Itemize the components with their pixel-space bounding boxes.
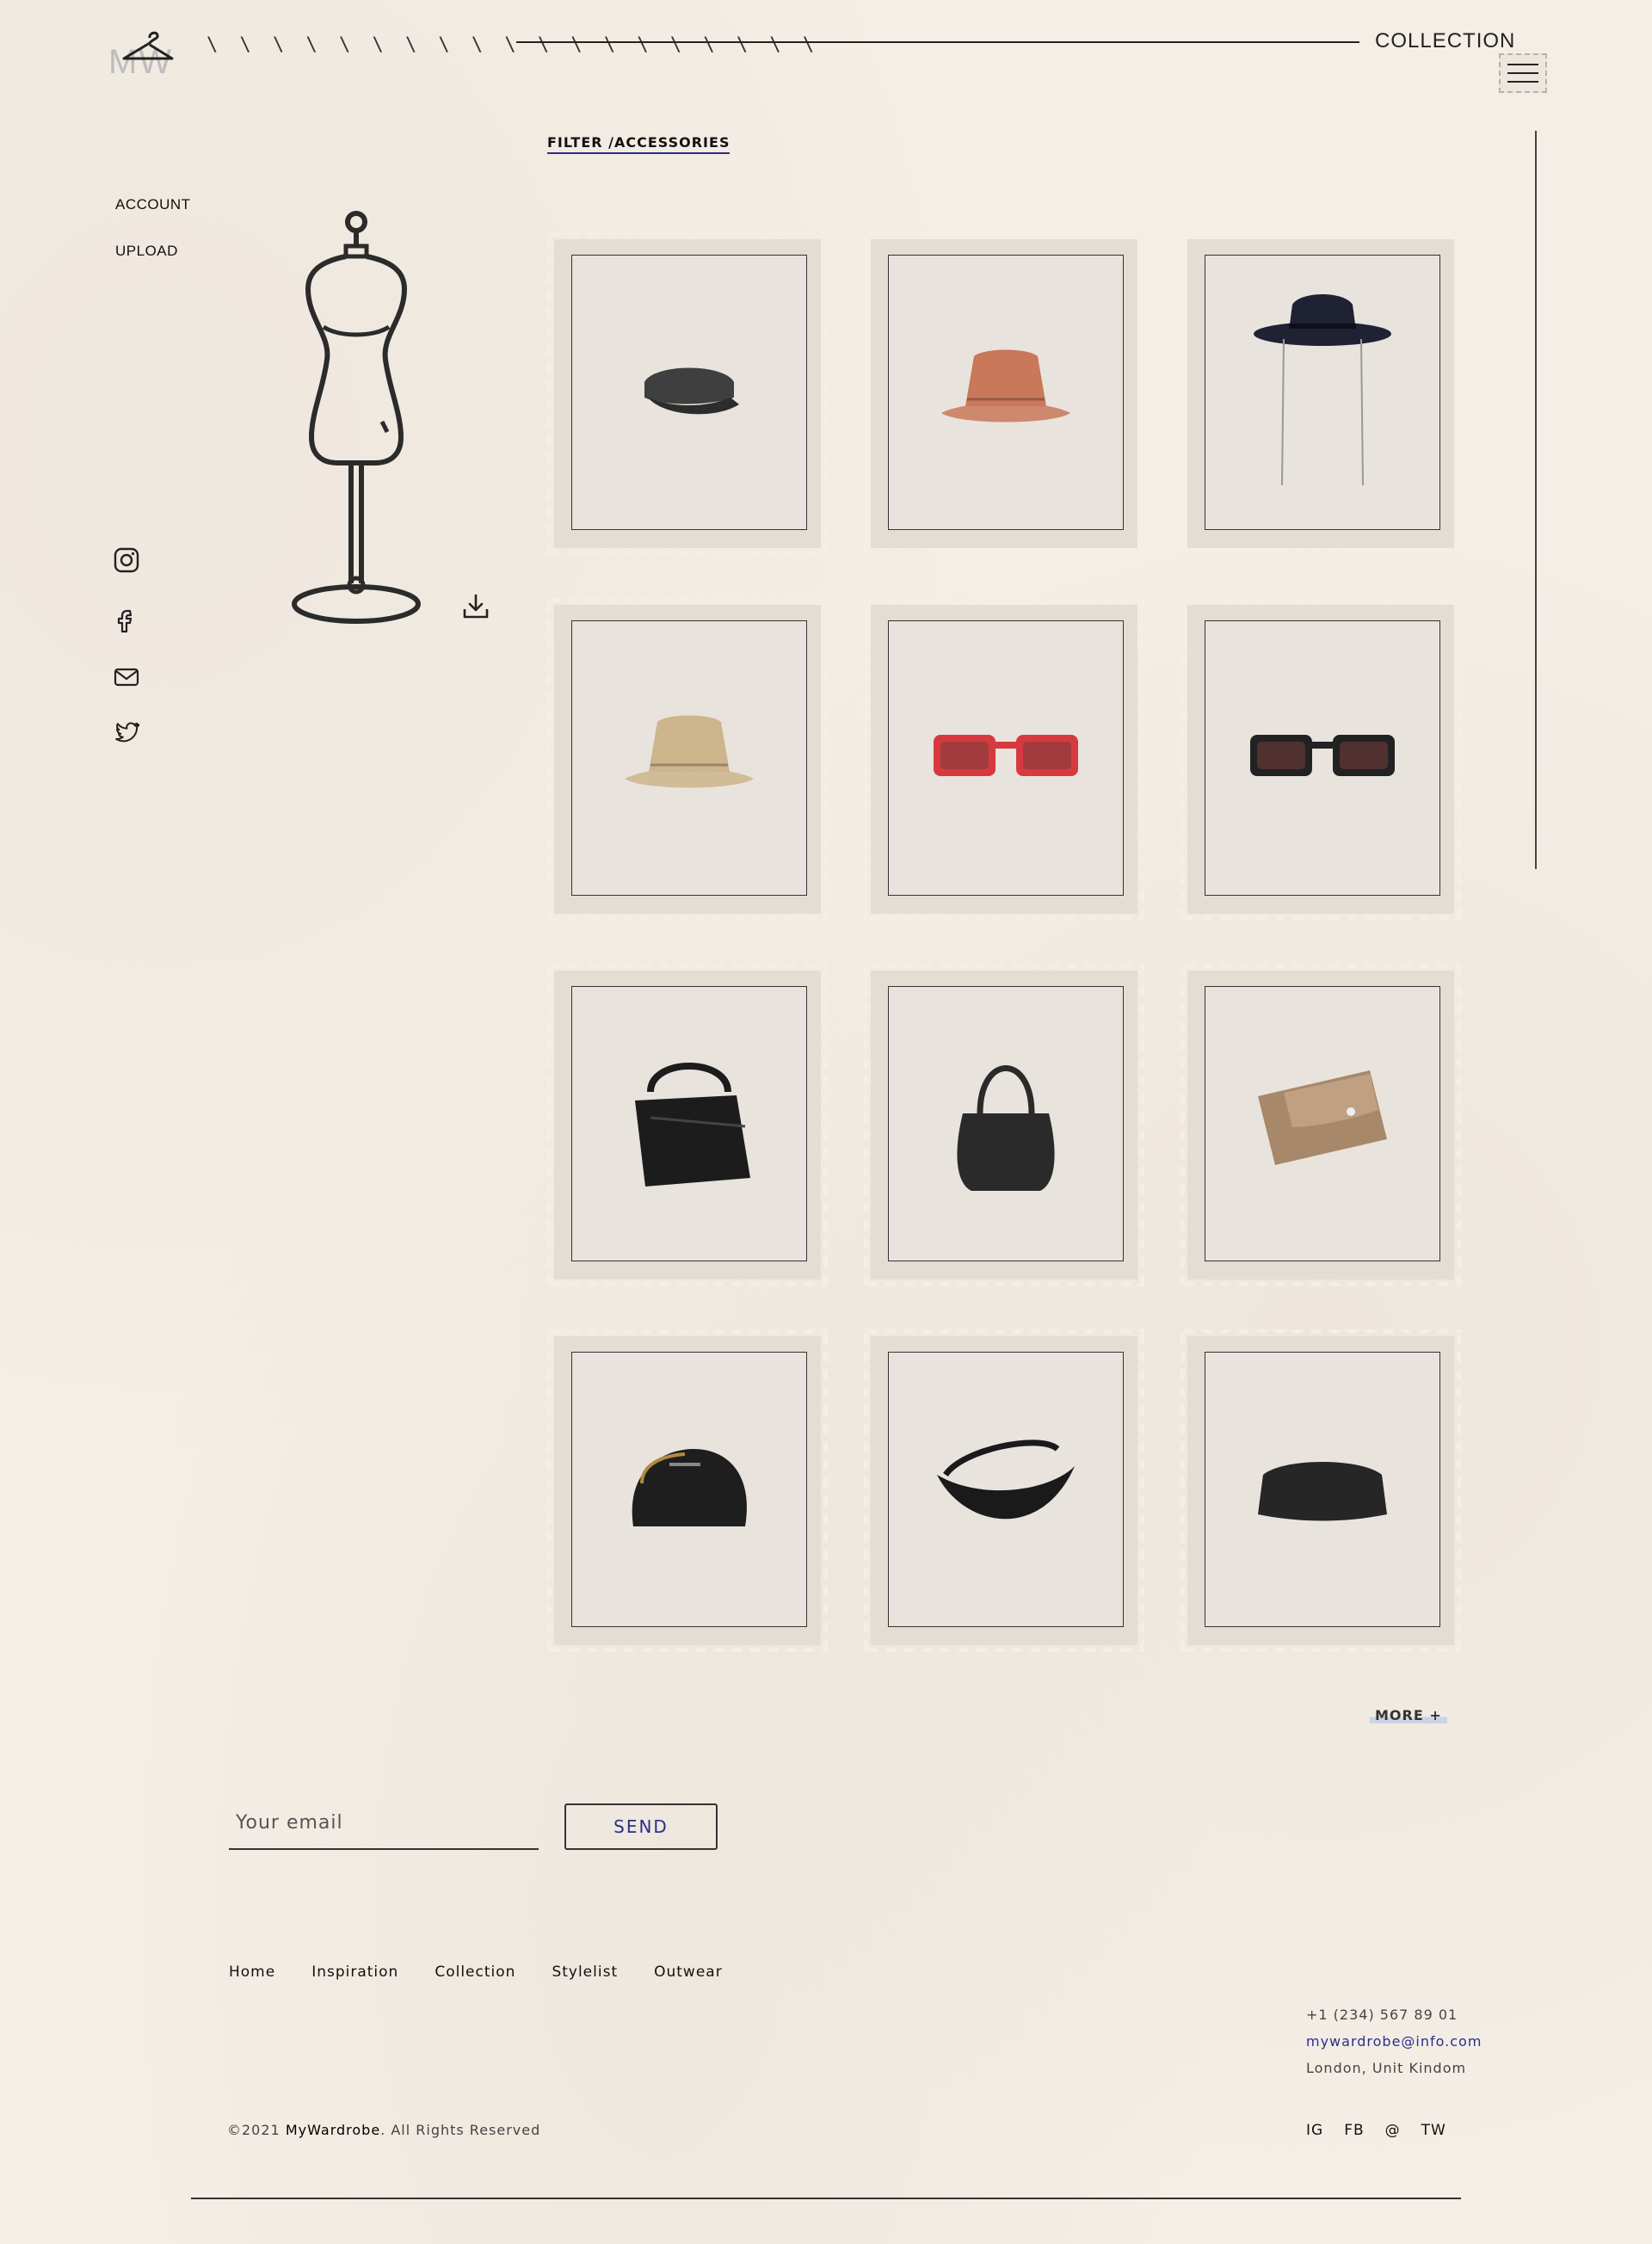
footer-social-ig[interactable]: IG bbox=[1306, 2122, 1323, 2139]
footer-social-tw[interactable]: TW bbox=[1421, 2122, 1446, 2139]
product-card[interactable] bbox=[864, 232, 1144, 555]
download-icon[interactable] bbox=[461, 592, 490, 621]
contact-location: London, Unit Kindom bbox=[1306, 2060, 1467, 2076]
facebook-icon[interactable] bbox=[114, 607, 141, 635]
product-image-frame bbox=[888, 620, 1124, 896]
black-woven-bag-image bbox=[928, 1432, 1083, 1547]
grey-baker-boy-cap-image bbox=[629, 348, 749, 437]
email-input[interactable] bbox=[229, 1797, 539, 1850]
footer-social: IG FB @ TW bbox=[1306, 2122, 1446, 2139]
menu-icon-bar bbox=[1507, 81, 1538, 83]
product-image-frame bbox=[571, 986, 807, 1261]
footer-social-fb[interactable]: FB bbox=[1344, 2122, 1364, 2139]
black-puzzle-bag-image bbox=[616, 1049, 762, 1199]
menu-button[interactable] bbox=[1499, 53, 1547, 93]
product-image-frame bbox=[1205, 620, 1440, 896]
product-image-frame bbox=[571, 255, 807, 530]
product-image-frame bbox=[1205, 986, 1440, 1261]
hanger-icon bbox=[122, 31, 174, 60]
patterned-bucket-hat-image bbox=[933, 339, 1079, 446]
more-button[interactable]: MORE + bbox=[1370, 1707, 1447, 1723]
page-title: COLLECTION bbox=[1375, 29, 1516, 52]
footer-link-home[interactable]: Home bbox=[229, 1964, 275, 1981]
tan-croc-wallet-image bbox=[1249, 1062, 1396, 1186]
footer-link-outwear[interactable]: Outwear bbox=[654, 1964, 723, 1981]
scroll-track[interactable] bbox=[1535, 131, 1537, 869]
navy-fedora-hat-image bbox=[1249, 287, 1396, 497]
product-card[interactable] bbox=[1180, 964, 1461, 1286]
black-crossbody-bag-image bbox=[616, 1432, 762, 1547]
black-flat-top-sunglasses-image bbox=[1245, 726, 1400, 790]
account-link[interactable]: ACCOUNT bbox=[115, 196, 191, 213]
footer-link-collection[interactable]: Collection bbox=[435, 1964, 515, 1981]
footer-link-inspiration[interactable]: Inspiration bbox=[311, 1964, 398, 1981]
footer-link-stylelist[interactable]: Stylelist bbox=[552, 1964, 618, 1981]
red-sunglasses-image bbox=[928, 726, 1083, 790]
copyright: ©2021 MyWardrobe. All Rights Reserved bbox=[227, 2122, 540, 2138]
product-card[interactable] bbox=[864, 598, 1144, 921]
product-image-frame bbox=[571, 620, 807, 896]
product-card[interactable] bbox=[864, 1329, 1144, 1652]
copyright-prefix: ©2021 bbox=[227, 2122, 286, 2138]
menu-icon bbox=[1507, 64, 1538, 65]
send-button[interactable]: SEND bbox=[564, 1803, 718, 1850]
twitter-icon[interactable] bbox=[114, 719, 141, 747]
product-image-frame bbox=[888, 1352, 1124, 1627]
product-card[interactable] bbox=[1180, 232, 1461, 555]
header-divider bbox=[516, 41, 1359, 43]
product-card[interactable] bbox=[547, 1329, 828, 1652]
mannequin-icon bbox=[286, 207, 432, 628]
product-image-frame bbox=[1205, 255, 1440, 530]
product-card[interactable] bbox=[1180, 1329, 1461, 1652]
product-card[interactable] bbox=[864, 964, 1144, 1286]
product-card[interactable] bbox=[1180, 598, 1461, 921]
footer-nav: Home Inspiration Collection Stylelist Ou… bbox=[229, 1964, 723, 1981]
instagram-icon[interactable] bbox=[114, 547, 141, 575]
logo[interactable]: MW bbox=[107, 19, 193, 81]
footer-divider bbox=[191, 2198, 1461, 2199]
upload-link[interactable]: UPLOAD bbox=[115, 243, 178, 260]
header-hatch-decoration: \ \ \ \ \ \ \ \ \ \ \ \ \ \ \ \ \ \ \ bbox=[206, 34, 820, 56]
product-image-frame bbox=[888, 986, 1124, 1261]
product-card[interactable] bbox=[547, 964, 828, 1286]
beige-bucket-hat-image bbox=[616, 705, 762, 811]
product-card[interactable] bbox=[547, 598, 828, 921]
mail-icon[interactable] bbox=[114, 664, 141, 692]
product-image-frame bbox=[571, 1352, 807, 1627]
copyright-brand: MyWardrobe bbox=[285, 2122, 381, 2138]
black-hobo-bag-image bbox=[937, 1045, 1075, 1203]
footer-social-email[interactable]: @ bbox=[1385, 2122, 1401, 2139]
product-card[interactable] bbox=[547, 232, 828, 555]
contact-phone: +1 (234) 567 89 01 bbox=[1306, 2007, 1458, 2023]
black-pouch-clutch-image bbox=[1249, 1449, 1396, 1530]
product-image-frame bbox=[888, 255, 1124, 530]
filter-breadcrumb[interactable]: FILTER /ACCESSORIES bbox=[547, 134, 730, 154]
product-image-frame bbox=[1205, 1352, 1440, 1627]
menu-icon-bar bbox=[1507, 72, 1538, 74]
contact-email[interactable]: mywardrobe@info.com bbox=[1306, 2033, 1482, 2050]
copyright-suffix: . All Rights Reserved bbox=[380, 2122, 541, 2138]
